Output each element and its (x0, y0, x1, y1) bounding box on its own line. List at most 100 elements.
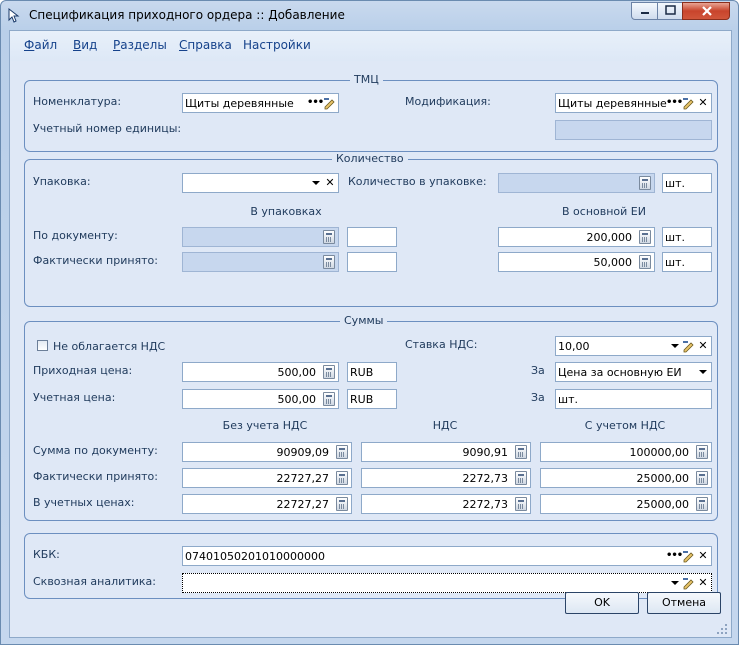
sum-vat-field[interactable]: 2272,73 (361, 494, 531, 514)
sum-without-vat-field[interactable]: 90909,09 (182, 442, 352, 462)
purchase-currency-field[interactable]: RUB (347, 362, 397, 382)
menu-file-label: айл (34, 38, 58, 52)
kbk-label: КБК: (33, 548, 60, 561)
calculator-icon[interactable] (323, 255, 335, 269)
vat-rate-value: 10,00 (558, 340, 590, 353)
sum-with-vat-field[interactable]: 25000,00 (540, 494, 712, 514)
received-unit: шт. (662, 252, 712, 272)
packaging-label: Упаковка: (33, 175, 91, 188)
sum-row-label: Сумма по документу: (33, 444, 158, 457)
kbk-field[interactable]: 07401050201010000000 ••• ✕ (182, 546, 712, 566)
vat-rate-select[interactable]: 10,00 ✕ (555, 336, 712, 356)
sum-with-vat-field[interactable]: 100000,00 (540, 442, 712, 462)
by-doc-label: По документу: (33, 229, 118, 242)
analytics-label: Сквозная аналитика: (33, 575, 156, 588)
maximize-button[interactable] (657, 2, 683, 20)
received-base-field[interactable]: 50,000 (498, 252, 655, 272)
calculator-icon[interactable] (323, 392, 335, 406)
ellipsis-icon[interactable]: ••• (666, 96, 683, 110)
col-base-header: В основной ЕИ (562, 205, 646, 218)
calculator-icon[interactable] (323, 230, 335, 244)
edit-pencil-icon[interactable] (322, 96, 336, 110)
tmc-group: ТМЦ Номенклатура: Щиты деревянные ••• Мо… (24, 73, 718, 152)
col-with-vat-header: С учетом НДС (584, 419, 666, 432)
calculator-icon[interactable] (639, 230, 651, 244)
edit-pencil-icon[interactable] (681, 96, 695, 110)
edit-pencil-icon[interactable] (681, 549, 695, 563)
qty-in-pack-field[interactable] (498, 173, 655, 193)
menu-file[interactable]: Файл (24, 38, 57, 52)
sum-without-vat-value: 90909,09 (276, 446, 330, 459)
calculator-icon[interactable] (336, 497, 348, 511)
calculator-icon[interactable] (639, 255, 651, 269)
dropdown-arrow-icon[interactable] (669, 577, 681, 589)
calculator-icon[interactable] (336, 445, 348, 459)
sum-vat-field[interactable]: 2272,73 (361, 468, 531, 488)
calculator-icon[interactable] (639, 176, 651, 190)
dropdown-arrow-icon[interactable] (697, 366, 709, 378)
menu-sections-label: азделы (120, 38, 167, 52)
account-price-field[interactable]: 500,00 (182, 389, 339, 409)
per-select-1[interactable]: Цена за основную ЕИ (555, 362, 712, 382)
calculator-icon[interactable] (336, 471, 348, 485)
sum-with-vat-value: 25000,00 (636, 498, 690, 511)
sum-with-vat-field[interactable]: 25000,00 (540, 468, 712, 488)
clear-x-icon[interactable]: ✕ (696, 96, 710, 110)
account-currency-field[interactable]: RUB (347, 389, 397, 409)
calculator-icon[interactable] (696, 471, 708, 485)
received-pack-unit (347, 252, 397, 272)
packaging-select[interactable]: ✕ (182, 173, 339, 193)
menu-help-label: правка (187, 38, 232, 52)
by-doc-pack-unit (347, 227, 397, 247)
minimize-button[interactable] (631, 2, 658, 20)
ok-button[interactable]: OK (565, 592, 639, 614)
close-icon (702, 6, 712, 16)
dropdown-arrow-icon[interactable] (669, 340, 681, 352)
calculator-icon[interactable] (515, 471, 527, 485)
purchase-currency-value: RUB (350, 366, 374, 379)
calculator-icon[interactable] (696, 445, 708, 459)
sum-without-vat-field[interactable]: 22727,27 (182, 468, 352, 488)
calculator-icon[interactable] (323, 365, 335, 379)
edit-pencil-icon[interactable] (681, 576, 695, 590)
edit-pencil-icon[interactable] (681, 339, 695, 353)
maximize-icon (665, 5, 676, 15)
calculator-icon[interactable] (696, 497, 708, 511)
calculator-icon[interactable] (515, 497, 527, 511)
account-number-field[interactable] (555, 120, 712, 140)
menu-help[interactable]: Справка (179, 38, 232, 52)
menu-settings[interactable]: Настройки (243, 38, 311, 52)
title-bar[interactable]: Спецификация приходного ордера :: Добавл… (1, 1, 738, 29)
dropdown-arrow-icon[interactable] (310, 177, 322, 189)
per-field-2[interactable]: шт. (555, 389, 712, 409)
by-doc-packs-field[interactable] (182, 227, 339, 247)
cancel-button[interactable]: Отмена (647, 592, 721, 614)
ellipsis-icon[interactable]: ••• (307, 96, 324, 110)
clear-x-icon[interactable]: ✕ (696, 339, 710, 353)
received-unit-value: шт. (665, 256, 685, 269)
clear-x-icon[interactable]: ✕ (696, 549, 710, 563)
col-without-vat-header: Без учета НДС (222, 419, 308, 432)
close-button[interactable] (682, 2, 730, 20)
clear-x-icon[interactable]: ✕ (323, 176, 337, 190)
nomenclature-field[interactable]: Щиты деревянные ••• (182, 93, 339, 113)
clear-x-icon[interactable]: ✕ (696, 576, 710, 590)
by-doc-base-field[interactable]: 200,000 (498, 227, 655, 247)
menu-view[interactable]: Вид (73, 38, 97, 52)
modification-field[interactable]: Щиты деревянные ••• ✕ (555, 93, 712, 113)
account-currency-value: RUB (350, 393, 374, 406)
analytics-select[interactable]: ✕ (182, 573, 712, 593)
no-vat-checkbox[interactable] (37, 340, 48, 351)
sum-without-vat-field[interactable]: 22727,27 (182, 494, 352, 514)
ellipsis-icon[interactable]: ••• (666, 549, 683, 563)
resize-grip-icon[interactable] (717, 624, 727, 634)
menu-sections[interactable]: Разделы (113, 38, 167, 52)
purchase-price-field[interactable]: 500,00 (182, 362, 339, 382)
kbk-value: 07401050201010000000 (185, 550, 325, 563)
calculator-icon[interactable] (515, 445, 527, 459)
sum-vat-value: 2272,73 (462, 498, 509, 511)
menu-view-accel: В (73, 38, 82, 52)
sum-vat-field[interactable]: 9090,91 (361, 442, 531, 462)
received-packs-field[interactable] (182, 252, 339, 272)
qty-in-pack-label: Количество в упаковке: (348, 175, 487, 188)
